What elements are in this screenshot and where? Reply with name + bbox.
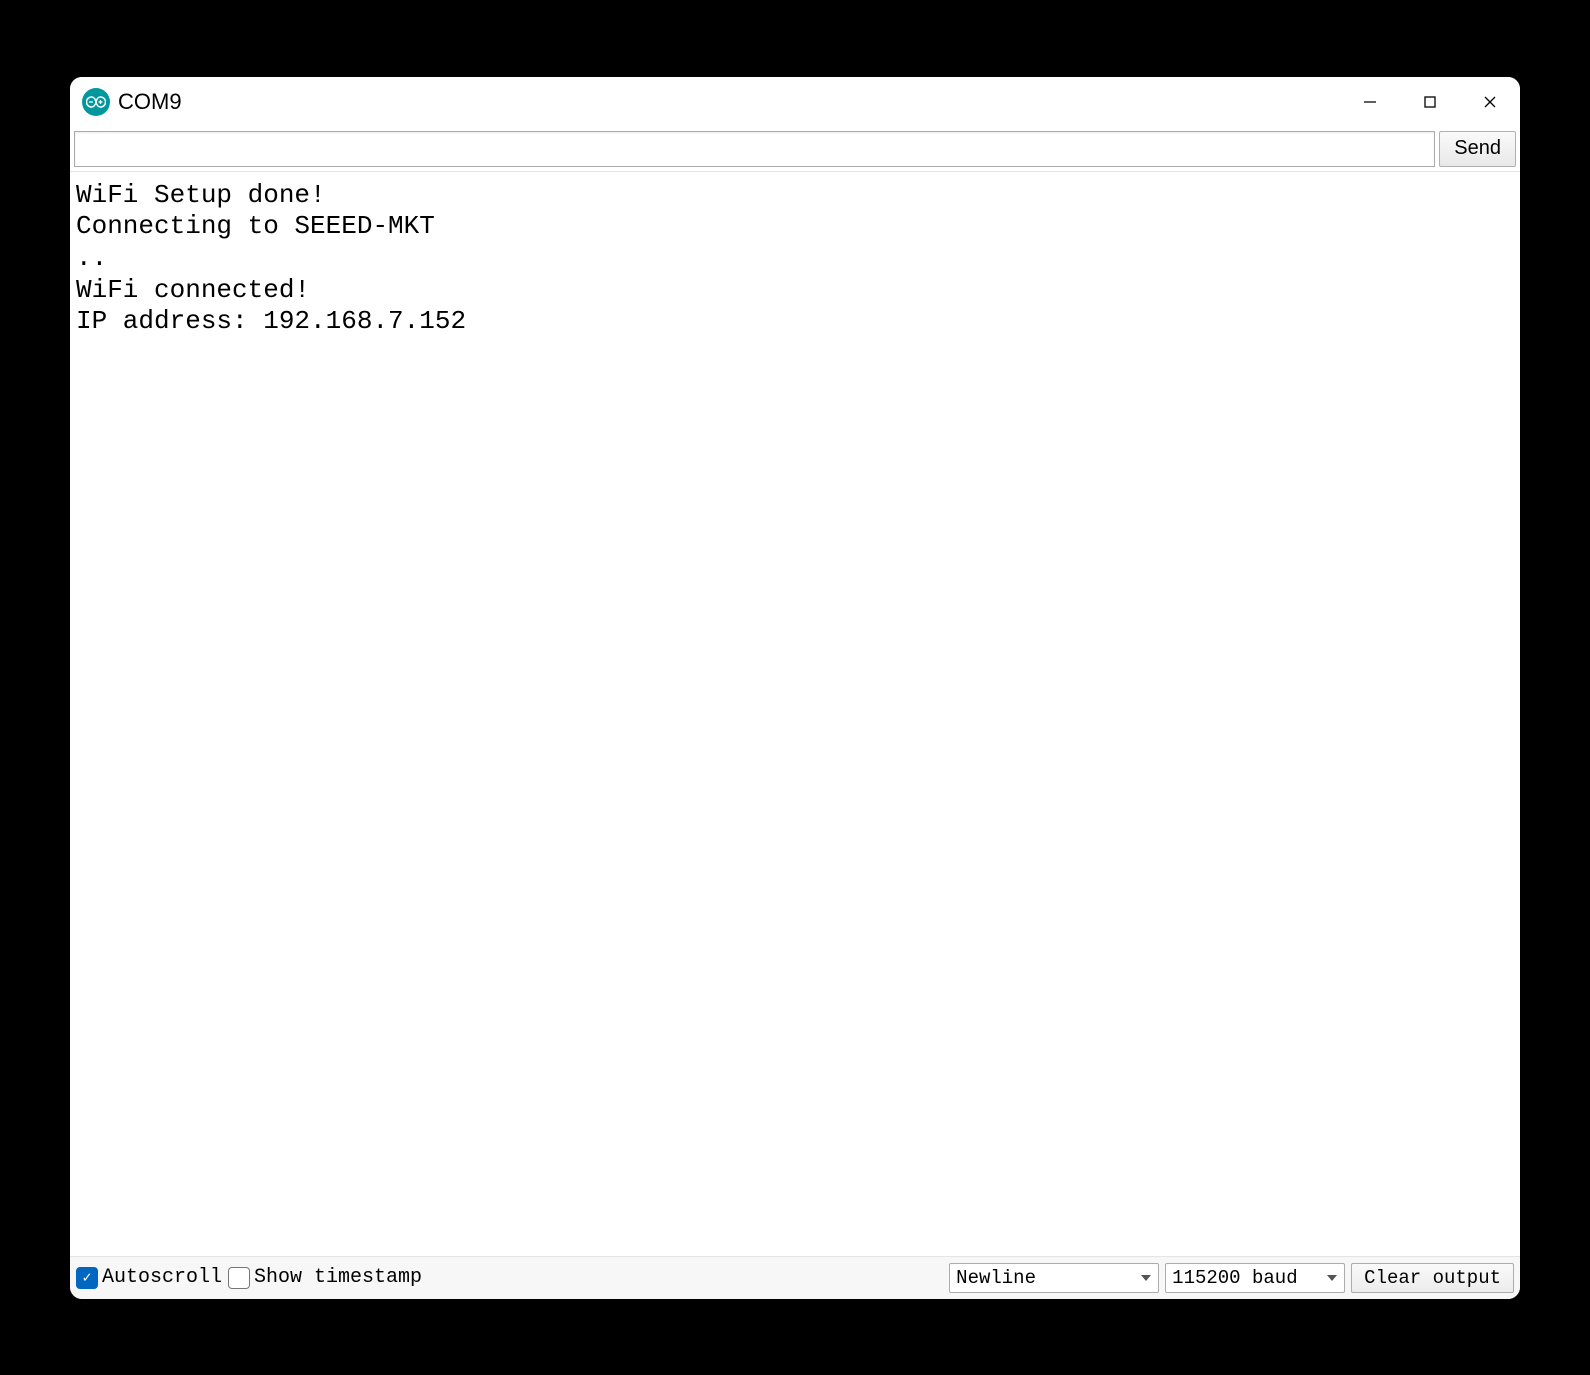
serial-monitor-window: COM9 Send WiFi Setup done! Connecting to… bbox=[70, 77, 1520, 1299]
serial-output[interactable]: WiFi Setup done! Connecting to SEEED-MKT… bbox=[70, 171, 1520, 1257]
input-toolbar: Send bbox=[70, 127, 1520, 171]
statusbar: ✓ Autoscroll Show timestamp Newline 1152… bbox=[70, 1257, 1520, 1299]
arduino-icon bbox=[82, 88, 110, 116]
autoscroll-label: Autoscroll bbox=[102, 1266, 222, 1289]
show-timestamp-checkbox[interactable]: Show timestamp bbox=[228, 1266, 422, 1289]
maximize-button[interactable] bbox=[1400, 77, 1460, 127]
line-ending-select[interactable]: Newline bbox=[949, 1263, 1159, 1293]
titlebar: COM9 bbox=[70, 77, 1520, 127]
baud-select[interactable]: 115200 baud bbox=[1165, 1263, 1345, 1293]
window-title: COM9 bbox=[118, 89, 1340, 115]
serial-output-text: WiFi Setup done! Connecting to SEEED-MKT… bbox=[74, 180, 1516, 339]
line-ending-value: Newline bbox=[956, 1267, 1036, 1289]
window-controls bbox=[1340, 77, 1520, 127]
serial-input[interactable] bbox=[74, 131, 1435, 167]
checkbox-box: ✓ bbox=[76, 1267, 98, 1289]
minimize-button[interactable] bbox=[1340, 77, 1400, 127]
send-button[interactable]: Send bbox=[1439, 131, 1516, 167]
clear-output-button[interactable]: Clear output bbox=[1351, 1263, 1514, 1293]
close-button[interactable] bbox=[1460, 77, 1520, 127]
show-timestamp-label: Show timestamp bbox=[254, 1266, 422, 1289]
autoscroll-checkbox[interactable]: ✓ Autoscroll bbox=[76, 1266, 222, 1289]
baud-value: 115200 baud bbox=[1172, 1267, 1297, 1289]
checkbox-box bbox=[228, 1267, 250, 1289]
